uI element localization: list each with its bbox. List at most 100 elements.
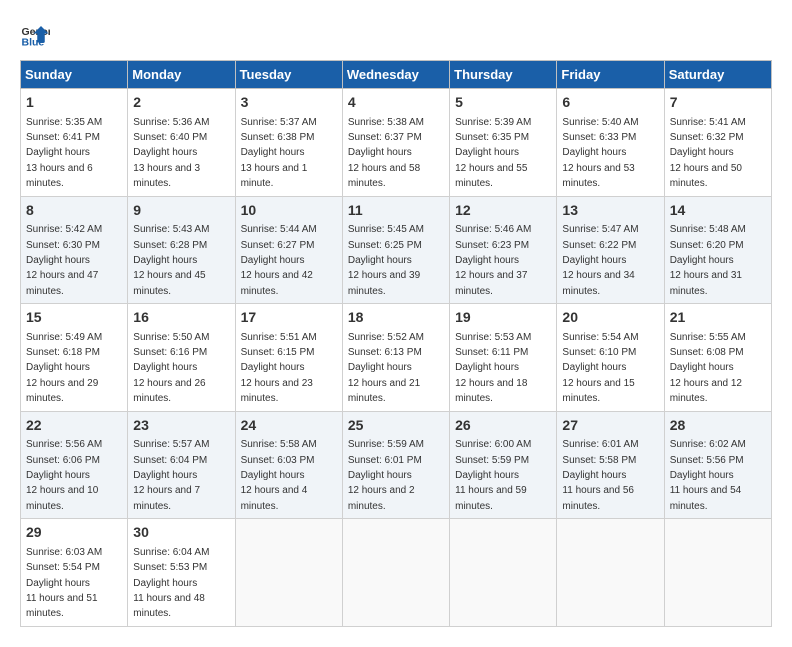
day-number: 3 (241, 93, 337, 113)
day-info: Sunrise: 5:36 AMSunset: 6:40 PMDaylight … (133, 117, 209, 190)
calendar-cell: 3 Sunrise: 5:37 AMSunset: 6:38 PMDaylight… (235, 89, 342, 197)
calendar-cell: 30 Sunrise: 6:04 AMSunset: 5:53 PMDayligh… (128, 519, 235, 627)
day-info: Sunrise: 5:50 AMSunset: 6:16 PMDaylight … (133, 332, 209, 405)
day-number: 22 (26, 416, 122, 436)
day-number: 7 (670, 93, 766, 113)
day-info: Sunrise: 5:40 AMSunset: 6:33 PMDaylight … (562, 117, 638, 190)
header-friday: Friday (557, 61, 664, 89)
day-info: Sunrise: 5:45 AMSunset: 6:25 PMDaylight … (348, 224, 424, 297)
day-info: Sunrise: 5:52 AMSunset: 6:13 PMDaylight … (348, 332, 424, 405)
calendar-cell: 5 Sunrise: 5:39 AMSunset: 6:35 PMDaylight… (450, 89, 557, 197)
day-number: 23 (133, 416, 229, 436)
day-info: Sunrise: 5:55 AMSunset: 6:08 PMDaylight … (670, 332, 746, 405)
calendar-week-2: 8 Sunrise: 5:42 AMSunset: 6:30 PMDaylight… (21, 196, 772, 304)
calendar-cell: 4Sunrise: 5:38 AMSunset: 6:37 PMDaylight… (342, 89, 449, 197)
logo: General Blue (20, 20, 54, 50)
day-info: Sunrise: 5:48 AMSunset: 6:20 PMDaylight … (670, 224, 746, 297)
day-number: 9 (133, 201, 229, 221)
header-thursday: Thursday (450, 61, 557, 89)
day-info: Sunrise: 5:41 AMSunset: 6:32 PMDaylight … (670, 117, 746, 190)
day-number: 27 (562, 416, 658, 436)
calendar-cell: 16Sunrise: 5:50 AMSunset: 6:16 PMDayligh… (128, 304, 235, 412)
day-number: 25 (348, 416, 444, 436)
calendar-cell: 13 Sunrise: 5:47 AMSunset: 6:22 PMDayligh… (557, 196, 664, 304)
day-info: Sunrise: 5:49 AMSunset: 6:18 PMDaylight … (26, 332, 102, 405)
day-info: Sunrise: 5:51 AMSunset: 6:15 PMDaylight … (241, 332, 317, 405)
calendar-cell (235, 519, 342, 627)
calendar-cell (664, 519, 771, 627)
day-info: Sunrise: 5:57 AMSunset: 6:04 PMDaylight … (133, 439, 209, 512)
day-number: 11 (348, 201, 444, 221)
calendar-cell (450, 519, 557, 627)
day-number: 18 (348, 308, 444, 328)
day-number: 13 (562, 201, 658, 221)
day-number: 8 (26, 201, 122, 221)
day-info: Sunrise: 5:44 AMSunset: 6:27 PMDaylight … (241, 224, 317, 297)
day-number: 14 (670, 201, 766, 221)
calendar-cell: 8 Sunrise: 5:42 AMSunset: 6:30 PMDaylight… (21, 196, 128, 304)
calendar-cell (342, 519, 449, 627)
calendar-cell: 1Sunrise: 5:35 AMSunset: 6:41 PMDaylight… (21, 89, 128, 197)
day-info: Sunrise: 5:37 AMSunset: 6:38 PMDaylight … (241, 117, 317, 190)
day-info: Sunrise: 5:47 AMSunset: 6:22 PMDaylight … (562, 224, 638, 297)
day-number: 20 (562, 308, 658, 328)
calendar-cell: 23 Sunrise: 5:57 AMSunset: 6:04 PMDayligh… (128, 411, 235, 519)
day-info: Sunrise: 5:53 AMSunset: 6:11 PMDaylight … (455, 332, 531, 405)
day-number: 2 (133, 93, 229, 113)
day-number: 28 (670, 416, 766, 436)
calendar-cell: 14 Sunrise: 5:48 AMSunset: 6:20 PMDayligh… (664, 196, 771, 304)
day-number: 19 (455, 308, 551, 328)
day-info: Sunrise: 5:43 AMSunset: 6:28 PMDaylight … (133, 224, 209, 297)
day-number: 12 (455, 201, 551, 221)
day-info: Sunrise: 6:04 AMSunset: 5:53 PMDaylight … (133, 547, 209, 620)
day-info: Sunrise: 5:56 AMSunset: 6:06 PMDaylight … (26, 439, 102, 512)
calendar-cell: 21 Sunrise: 5:55 AMSunset: 6:08 PMDayligh… (664, 304, 771, 412)
day-number: 30 (133, 523, 229, 543)
day-number: 15 (26, 308, 122, 328)
calendar-cell: 6 Sunrise: 5:40 AMSunset: 6:33 PMDaylight… (557, 89, 664, 197)
calendar-cell: 28 Sunrise: 6:02 AMSunset: 5:56 PMDayligh… (664, 411, 771, 519)
calendar-cell: 27 Sunrise: 6:01 AMSunset: 5:58 PMDayligh… (557, 411, 664, 519)
calendar-cell: 17 Sunrise: 5:51 AMSunset: 6:15 PMDayligh… (235, 304, 342, 412)
day-info: Sunrise: 5:42 AMSunset: 6:30 PMDaylight … (26, 224, 102, 297)
header-monday: Monday (128, 61, 235, 89)
header-wednesday: Wednesday (342, 61, 449, 89)
day-number: 17 (241, 308, 337, 328)
day-number: 10 (241, 201, 337, 221)
day-info: Sunrise: 5:58 AMSunset: 6:03 PMDaylight … (241, 439, 317, 512)
day-info: Sunrise: 5:46 AMSunset: 6:23 PMDaylight … (455, 224, 531, 297)
day-info: Sunrise: 5:38 AMSunset: 6:37 PMDaylight … (348, 117, 424, 190)
day-number: 21 (670, 308, 766, 328)
day-info: Sunrise: 5:54 AMSunset: 6:10 PMDaylight … (562, 332, 638, 405)
calendar-cell (557, 519, 664, 627)
calendar-week-5: 29Sunrise: 6:03 AMSunset: 5:54 PMDayligh… (21, 519, 772, 627)
page-header: General Blue (20, 20, 772, 50)
calendar-cell: 15 Sunrise: 5:49 AMSunset: 6:18 PMDayligh… (21, 304, 128, 412)
calendar-week-1: 1Sunrise: 5:35 AMSunset: 6:41 PMDaylight… (21, 89, 772, 197)
calendar-week-3: 15 Sunrise: 5:49 AMSunset: 6:18 PMDayligh… (21, 304, 772, 412)
day-number: 5 (455, 93, 551, 113)
day-info: Sunrise: 6:01 AMSunset: 5:58 PMDaylight … (562, 439, 638, 512)
calendar-cell: 10 Sunrise: 5:44 AMSunset: 6:27 PMDayligh… (235, 196, 342, 304)
day-number: 26 (455, 416, 551, 436)
calendar-cell: 9 Sunrise: 5:43 AMSunset: 6:28 PMDaylight… (128, 196, 235, 304)
logo-icon: General Blue (20, 20, 50, 50)
header-saturday: Saturday (664, 61, 771, 89)
day-number: 24 (241, 416, 337, 436)
day-info: Sunrise: 6:02 AMSunset: 5:56 PMDaylight … (670, 439, 746, 512)
calendar-cell: 18 Sunrise: 5:52 AMSunset: 6:13 PMDayligh… (342, 304, 449, 412)
header-tuesday: Tuesday (235, 61, 342, 89)
header-sunday: Sunday (21, 61, 128, 89)
day-info: Sunrise: 6:03 AMSunset: 5:54 PMDaylight … (26, 547, 102, 620)
day-number: 6 (562, 93, 658, 113)
calendar-cell: 25Sunrise: 5:59 AMSunset: 6:01 PMDayligh… (342, 411, 449, 519)
calendar-cell: 24 Sunrise: 5:58 AMSunset: 6:03 PMDayligh… (235, 411, 342, 519)
calendar-cell: 19 Sunrise: 5:53 AMSunset: 6:11 PMDayligh… (450, 304, 557, 412)
calendar-week-4: 22 Sunrise: 5:56 AMSunset: 6:06 PMDayligh… (21, 411, 772, 519)
calendar-header-row: SundayMondayTuesdayWednesdayThursdayFrid… (21, 61, 772, 89)
day-info: Sunrise: 5:39 AMSunset: 6:35 PMDaylight … (455, 117, 531, 190)
calendar-cell: 26 Sunrise: 6:00 AMSunset: 5:59 PMDayligh… (450, 411, 557, 519)
day-info: Sunrise: 6:00 AMSunset: 5:59 PMDaylight … (455, 439, 531, 512)
calendar-cell: 29Sunrise: 6:03 AMSunset: 5:54 PMDayligh… (21, 519, 128, 627)
day-info: Sunrise: 5:35 AMSunset: 6:41 PMDaylight … (26, 117, 102, 190)
